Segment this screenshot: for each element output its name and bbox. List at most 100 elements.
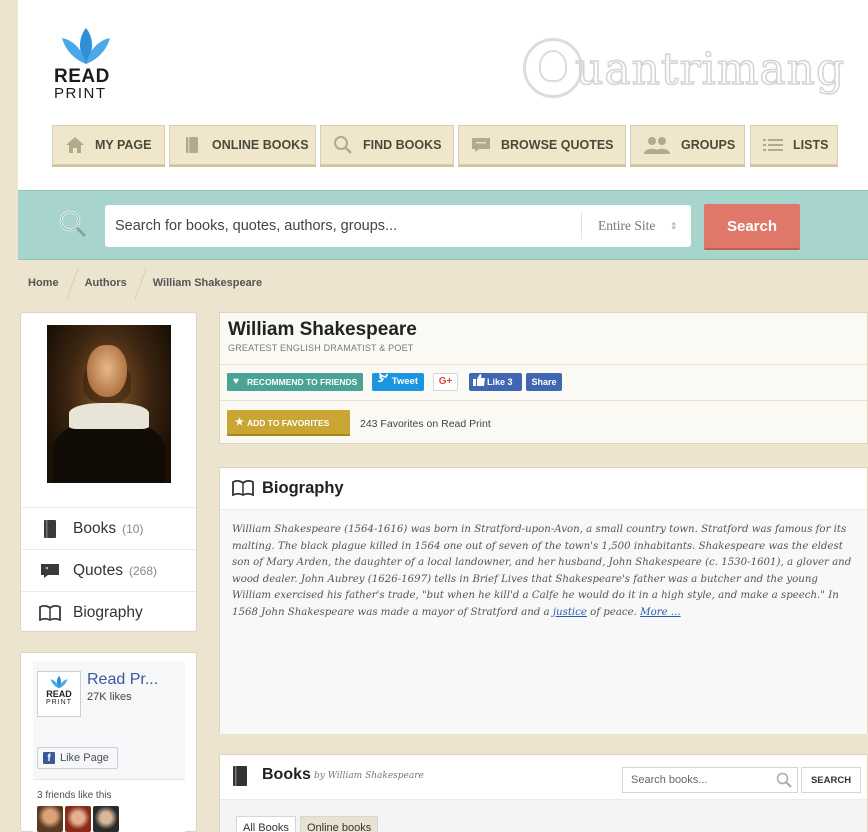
nav-find-books[interactable]: FIND BOOKS [320, 125, 454, 165]
author-name: William Shakespeare [228, 319, 417, 340]
search-scope-select[interactable]: Entire Site ⇕ [581, 213, 691, 239]
nav-label: MY PAGE [95, 138, 152, 152]
sidebar-item-label: Biography [73, 603, 143, 621]
favorites-count: 243 Favorites on Read Print [360, 418, 491, 430]
divider [220, 364, 867, 365]
like-page-label: Like Page [60, 752, 109, 764]
sidebar-menu: Books (10) " Quotes (268) Biography [21, 507, 196, 633]
more-link[interactable]: More ... [640, 607, 680, 618]
nav-groups[interactable]: GROUPS [630, 125, 745, 165]
logo-line-2: PRINT [54, 85, 107, 102]
book-icon [39, 519, 61, 539]
nav-my-page[interactable]: MY PAGE [52, 125, 165, 165]
thumbs-up-icon [473, 373, 485, 391]
books-subtitle: by William Shakespeare [314, 771, 424, 781]
portrait-face [87, 345, 127, 397]
sidebar-item-count: (268) [128, 563, 157, 578]
facebook-like-page-button[interactable]: f Like Page [37, 747, 118, 769]
books-search-button[interactable]: SEARCH [801, 767, 861, 793]
books-section: Books by William Shakespeare All Books O… [219, 754, 868, 832]
search-bar: Entire Site ⇕ Search [18, 190, 868, 260]
facebook-likes-count: 27K likes [87, 691, 132, 703]
biography-header: Biography [220, 468, 867, 510]
breadcrumb-authors[interactable]: Authors [75, 277, 143, 289]
sidebar-item-quotes[interactable]: " Quotes (268) [21, 549, 196, 591]
logo-line-1: READ [54, 66, 110, 87]
books-search-input[interactable] [622, 767, 798, 793]
watermark: uantrimang [523, 38, 845, 102]
site-search-input[interactable] [105, 205, 581, 247]
author-portrait [47, 325, 171, 483]
friend-avatar[interactable] [37, 806, 63, 832]
search-button[interactable]: Search [704, 204, 800, 248]
facebook-page-logo[interactable]: READ PRINT [37, 671, 81, 717]
biography-title: Biography [262, 479, 344, 497]
facebook-friends: 3 friends like this [33, 779, 185, 832]
twitter-icon [377, 372, 391, 398]
sidebar-item-label: Quotes [73, 561, 123, 579]
facebook-page-plugin: READ PRINT Read Pr... 27K likes f Like P… [33, 661, 185, 832]
fb-logo-line-2: PRINT [46, 699, 72, 706]
friend-avatar[interactable] [93, 806, 119, 832]
divider [220, 400, 867, 401]
sidebar-item-books[interactable]: Books (10) [21, 507, 196, 549]
svg-text:": " [45, 566, 49, 575]
nav-online-books[interactable]: ONLINE BOOKS [169, 125, 316, 165]
biography-paragraph-end: of peace. [586, 606, 641, 618]
author-sidebar: Books (10) " Quotes (268) Biography [20, 312, 197, 632]
add-favorites-label: ADD TO FAVORITES [247, 418, 330, 428]
nav-label: ONLINE BOOKS [212, 138, 309, 152]
books-title: Books [262, 766, 311, 783]
tab-online-books[interactable]: Online books [300, 816, 379, 832]
watermark-text: uantrimang [574, 43, 846, 96]
google-plus-button[interactable]: G+ [433, 373, 458, 391]
lightbulb-icon [539, 50, 567, 82]
author-subtitle: GREATEST ENGLISH DRAMATIST & POET [228, 343, 414, 353]
quote-icon: " [39, 563, 61, 579]
search-box: Entire Site ⇕ [105, 205, 691, 247]
search-icon [776, 772, 792, 793]
lotus-icon [62, 28, 110, 64]
nav-label: BROWSE QUOTES [501, 138, 614, 152]
tweet-label: Tweet [391, 376, 418, 387]
recommend-button[interactable]: ♥ RECOMMEND TO FRIENDS [227, 373, 364, 391]
book-icon [232, 765, 248, 792]
read-print-logo[interactable]: READ PRINT [54, 26, 118, 101]
recommend-label: RECOMMEND TO FRIENDS [247, 377, 358, 387]
breadcrumb: Home Authors William Shakespeare [18, 268, 278, 298]
open-book-icon [39, 604, 61, 621]
nav-browse-quotes[interactable]: BROWSE QUOTES [458, 125, 626, 165]
breadcrumb-current: William Shakespeare [152, 277, 263, 289]
portrait-collar [69, 403, 149, 429]
lotus-icon [50, 675, 68, 689]
books-toolbar: All Books Online books [220, 799, 867, 832]
friends-like-text: 3 friends like this [37, 790, 112, 801]
fb-logo-line-1: READ [46, 689, 72, 699]
friend-avatar[interactable] [65, 806, 91, 832]
facebook-icon: f [43, 752, 55, 764]
like-label: Like 3 [487, 377, 513, 387]
tweet-button[interactable]: Tweet [372, 372, 424, 391]
author-profile-card: William Shakespeare GREATEST ENGLISH DRA… [219, 312, 868, 444]
biography-section: Biography William Shakespeare (1564-1616… [219, 467, 868, 734]
open-book-icon [232, 480, 254, 501]
facebook-page-title[interactable]: Read Pr... [87, 671, 158, 689]
facebook-like-button[interactable]: Like 3 [469, 373, 522, 391]
nav-label: FIND BOOKS [363, 138, 442, 152]
nav-lists[interactable]: LISTS [750, 125, 838, 165]
sidebar-item-biography[interactable]: Biography [21, 591, 196, 633]
search-icon [333, 135, 353, 155]
tab-all-books[interactable]: All Books [236, 816, 296, 832]
biography-text: William Shakespeare (1564-1616) was born… [220, 510, 867, 734]
nav-label: LISTS [793, 138, 829, 152]
facebook-share-button[interactable]: Share [526, 373, 562, 391]
heart-icon: ♥ [233, 376, 239, 387]
justice-link[interactable]: justice [553, 607, 587, 618]
portrait-body [53, 421, 165, 483]
home-icon [65, 135, 85, 155]
search-icon [58, 209, 88, 244]
quote-icon [471, 135, 491, 155]
breadcrumb-home[interactable]: Home [18, 277, 75, 289]
add-to-favorites-button[interactable]: ★ ADD TO FAVORITES [227, 410, 350, 436]
biography-paragraph: William Shakespeare (1564-1616) was born… [232, 524, 852, 618]
